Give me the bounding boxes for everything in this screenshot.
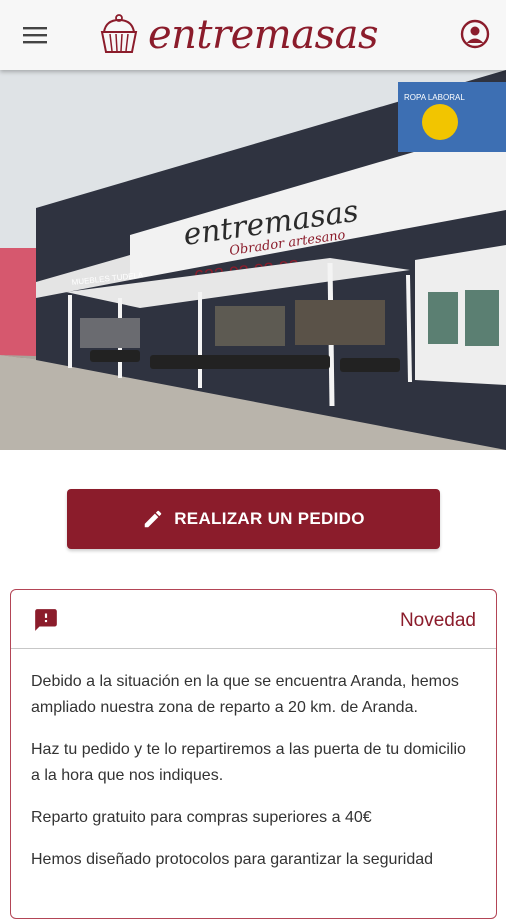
brand-logo[interactable]: entremasas: [96, 8, 378, 62]
notice-paragraph: Hemos diseñado protocolos para garantiza…: [31, 851, 434, 868]
notice-title: Novedad: [399, 610, 476, 631]
order-button[interactable]: REALIZAR UN PEDIDO: [67, 489, 440, 549]
feedback-alert-icon: [35, 609, 57, 631]
notice-paragraph: Debido a la situación en la que se encue…: [31, 673, 459, 716]
app-bar: entremasas: [0, 0, 506, 70]
order-button-label: REALIZAR UN PEDIDO: [174, 509, 365, 528]
menu-button[interactable]: [18, 20, 52, 50]
notice-card: Novedad Debido a la situación en la que …: [10, 589, 497, 919]
account-circle-icon: [460, 19, 490, 49]
brand-name: entremasas: [148, 12, 378, 58]
storefront-photo: ROPA LABORAL entremasas Obrador artesano…: [0, 70, 506, 450]
notice-card-header: Novedad: [11, 590, 496, 649]
menu-icon: [23, 27, 47, 44]
notice-paragraph: Reparto gratuito para compras superiores…: [31, 809, 372, 826]
banner-text: ROPA LABORAL: [404, 93, 465, 102]
notice-paragraph: Haz tu pedido y te lo repartiremos a las…: [31, 741, 466, 784]
notice-body: Debido a la situación en la que se encue…: [11, 649, 496, 873]
profile-button[interactable]: [458, 17, 492, 51]
cupcake-icon: [100, 14, 138, 53]
pencil-icon: [144, 510, 162, 528]
